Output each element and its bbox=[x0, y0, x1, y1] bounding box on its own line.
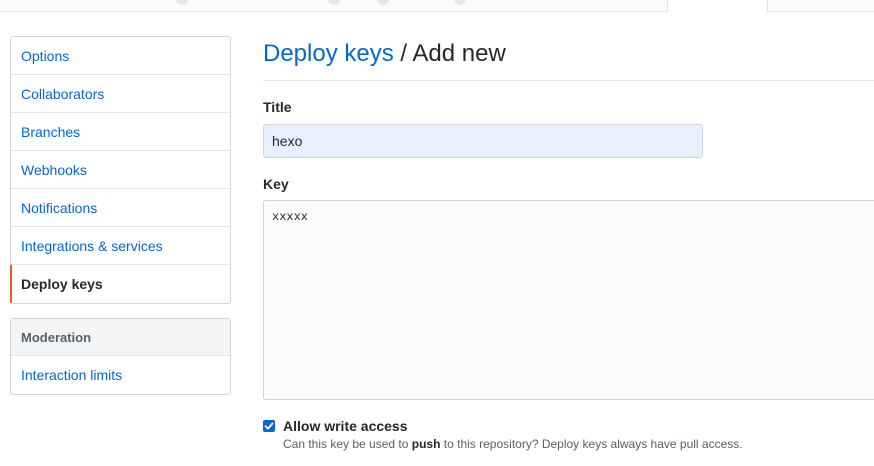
sidebar-item-interaction-limits[interactable]: Interaction limits bbox=[11, 356, 230, 394]
tab-icon bbox=[454, 0, 466, 5]
breadcrumb-separator: / bbox=[400, 40, 408, 67]
allow-write-access-checkbox[interactable] bbox=[263, 420, 275, 432]
write-access-note: Can this key be used to push to this rep… bbox=[283, 437, 743, 451]
tab-settings[interactable] bbox=[667, 0, 768, 12]
repo-tab-strip bbox=[0, 0, 874, 12]
sidebar-item-notifications[interactable]: Notifications bbox=[11, 189, 230, 227]
tab-icon bbox=[377, 0, 389, 5]
sidebar-item-webhooks[interactable]: Webhooks bbox=[11, 151, 230, 189]
tab-icon bbox=[328, 0, 340, 5]
sidebar-item-integrations[interactable]: Integrations & services bbox=[11, 227, 230, 265]
settings-sidebar-menu: Options Collaborators Branches Webhooks … bbox=[10, 36, 231, 304]
key-label: Key bbox=[263, 176, 289, 192]
sidebar-item-deploy-keys[interactable]: Deploy keys bbox=[10, 265, 230, 303]
breadcrumb-deploy-keys-link[interactable]: Deploy keys bbox=[263, 40, 394, 67]
sidebar-item-branches[interactable]: Branches bbox=[11, 113, 230, 151]
key-textarea[interactable]: xxxxx bbox=[263, 200, 874, 400]
tab-icon bbox=[176, 0, 188, 5]
sidebar-item-options[interactable]: Options bbox=[11, 37, 230, 75]
breadcrumb-current: Add new bbox=[412, 40, 506, 67]
sidebar-item-collaborators[interactable]: Collaborators bbox=[11, 75, 230, 113]
title-label: Title bbox=[263, 99, 292, 115]
title-input[interactable] bbox=[263, 124, 703, 158]
moderation-heading: Moderation bbox=[11, 319, 230, 356]
allow-write-access-label[interactable]: Allow write access bbox=[283, 418, 408, 434]
checkmark-icon bbox=[264, 422, 274, 430]
page-title: Deploy keys / Add new bbox=[263, 40, 874, 81]
moderation-sidebar-menu: Moderation Interaction limits bbox=[10, 318, 231, 395]
